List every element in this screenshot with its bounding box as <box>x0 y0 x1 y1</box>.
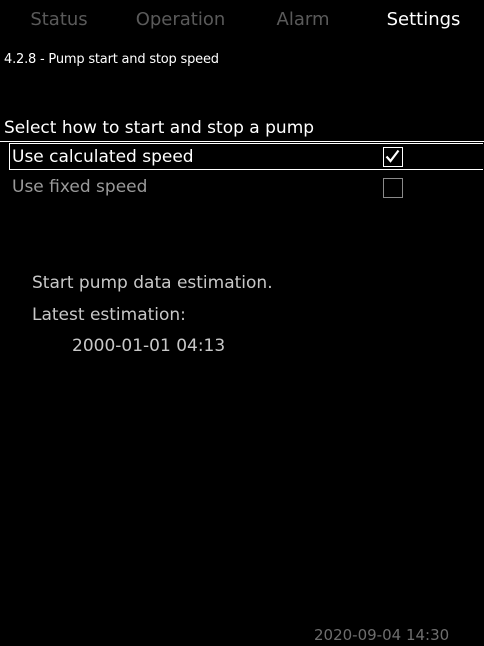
tab-status[interactable]: Status <box>0 0 118 40</box>
checkmark-icon <box>385 149 400 163</box>
use-fixed-speed-checkbox[interactable] <box>383 178 403 198</box>
option-use-fixed-speed[interactable]: Use fixed speed <box>12 174 472 200</box>
tab-settings[interactable]: Settings <box>363 0 484 40</box>
divider <box>0 141 484 142</box>
use-calculated-speed-checkbox[interactable] <box>383 147 403 167</box>
tab-bar: Status Operation Alarm Settings <box>0 0 484 40</box>
start-estimation-action[interactable]: Start pump data estimation. <box>32 273 273 293</box>
tab-alarm[interactable]: Alarm <box>243 0 363 40</box>
page-title: 4.2.8 - Pump start and stop speed <box>4 52 219 67</box>
option-use-calculated-speed[interactable]: Use calculated speed <box>12 144 472 170</box>
latest-estimation-label: Latest estimation: <box>32 305 186 325</box>
tab-operation[interactable]: Operation <box>118 0 243 40</box>
section-heading: Select how to start and stop a pump <box>4 118 315 138</box>
latest-estimation-value: 2000-01-01 04:13 <box>72 336 226 356</box>
status-datetime: 2020-09-04 14:30 <box>314 626 450 644</box>
